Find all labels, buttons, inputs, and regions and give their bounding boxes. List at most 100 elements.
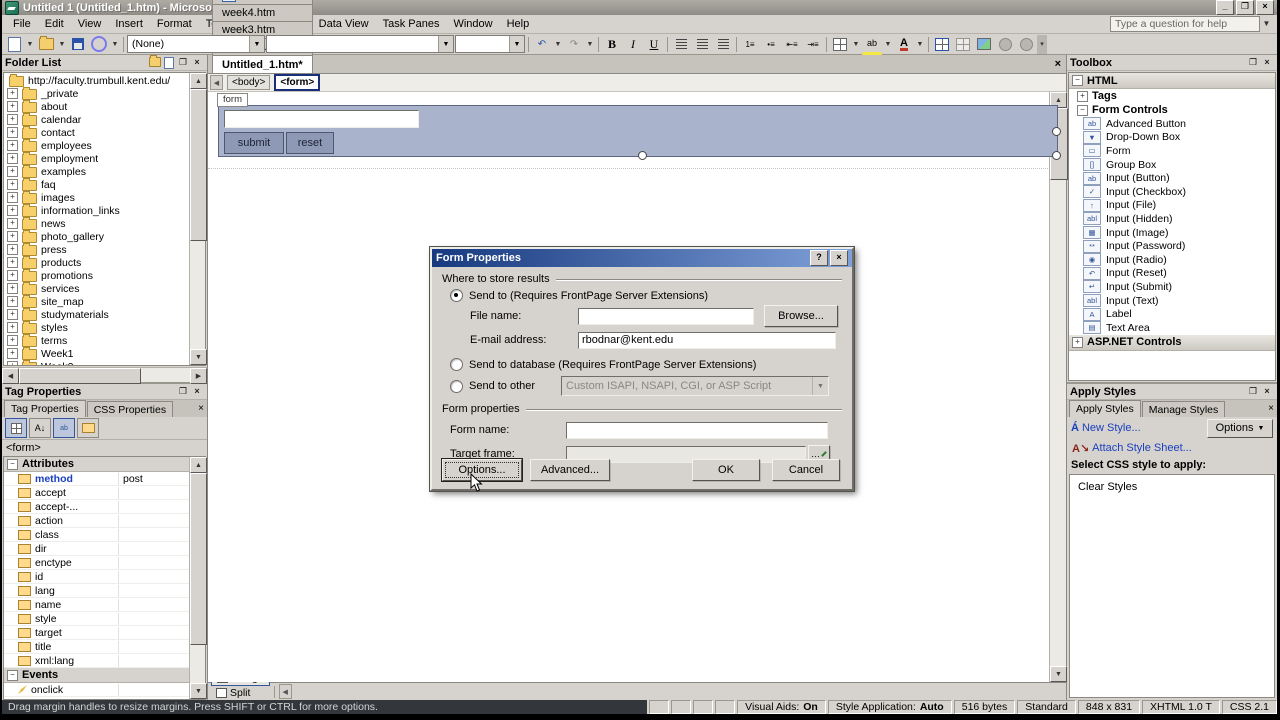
font-family-combobox[interactable]: ▼	[266, 35, 454, 53]
toolbox-item[interactable]: ab Input (Button)	[1069, 171, 1275, 185]
redo-button[interactable]: ↷	[564, 35, 584, 54]
align-left-button[interactable]	[671, 35, 691, 54]
expand-icon[interactable]: +	[1072, 336, 1083, 348]
attribute-row[interactable]: style	[4, 612, 189, 626]
attribute-row[interactable]: enctype	[4, 556, 189, 570]
quicktag-scroll-left-icon[interactable]: ◀	[210, 75, 223, 90]
scrollbar-thumb[interactable]	[19, 368, 141, 384]
toolbox-item[interactable]: ↶ Input (Reset)	[1069, 266, 1275, 281]
folder-tree-item[interactable]: + employment	[4, 151, 189, 165]
folder-tree-item[interactable]: + employees	[4, 138, 189, 152]
redo-dropdown[interactable]: ▼	[585, 35, 595, 54]
scroll-right-icon[interactable]: ▶	[190, 368, 207, 384]
view-scroll-left-icon[interactable]: ◀	[278, 684, 292, 699]
close-tab-icon[interactable]: ×	[198, 403, 204, 414]
folder-list-hscrollbar[interactable]: ◀ ▶	[2, 367, 207, 384]
form-reset-button[interactable]: reset	[286, 132, 334, 154]
attribute-row[interactable]: accept-...	[4, 500, 189, 514]
scroll-up-icon[interactable]: ▲	[190, 73, 207, 89]
menu-item[interactable]: Help	[500, 16, 537, 32]
menu-item[interactable]: Task Panes	[376, 16, 447, 32]
menu-item[interactable]: View	[71, 16, 109, 32]
underline-button[interactable]: U	[644, 35, 664, 54]
folder-tree-item[interactable]: + styles	[4, 320, 189, 334]
attribute-row[interactable]: name	[4, 598, 189, 612]
style-combobox[interactable]: (None) ▼	[127, 35, 265, 53]
attributes-section-header[interactable]: − Attributes	[4, 457, 189, 472]
send-to-database-radio[interactable]	[450, 358, 463, 371]
undo-button[interactable]: ↶	[532, 35, 552, 54]
bold-button[interactable]: B	[602, 35, 622, 54]
chevron-down-icon[interactable]: ▼	[1260, 16, 1273, 32]
folder-tree-item[interactable]: + images	[4, 190, 189, 204]
undo-dropdown[interactable]: ▼	[553, 35, 563, 54]
expand-icon[interactable]: +	[7, 192, 18, 203]
scroll-left-icon[interactable]: ◀	[2, 368, 19, 384]
close-document-icon[interactable]: ×	[1055, 58, 1061, 70]
toolbox-item[interactable]: ab Advanced Button	[1069, 117, 1275, 131]
folder-tree-item[interactable]: + calendar	[4, 112, 189, 126]
new-document-button[interactable]	[4, 35, 24, 54]
expand-icon[interactable]: +	[7, 348, 18, 359]
attribute-row[interactable]: accept	[4, 486, 189, 500]
expand-icon[interactable]: +	[7, 270, 18, 281]
styles-options-button[interactable]: Options ▼	[1207, 418, 1273, 438]
float-panel-button[interactable]: ❐	[176, 386, 190, 398]
browse-button[interactable]: Browse...	[764, 305, 838, 327]
summary-button[interactable]	[77, 418, 99, 438]
toolbox-item[interactable]: ◉ Input (Radio)	[1069, 253, 1275, 267]
quicktag-form[interactable]: <form>	[274, 74, 321, 91]
collapse-icon[interactable]: −	[7, 669, 18, 681]
events-section-header[interactable]: − Events	[4, 668, 189, 683]
expand-icon[interactable]: +	[7, 114, 18, 125]
scrollbar-thumb[interactable]	[190, 473, 207, 645]
folder-tree-item[interactable]: + services	[4, 281, 189, 295]
scroll-down-icon[interactable]: ▼	[190, 349, 207, 365]
folder-tree-item[interactable]: + photo_gallery	[4, 229, 189, 243]
expand-icon[interactable]: +	[7, 153, 18, 164]
view-tab[interactable]: Split	[211, 686, 270, 700]
style-application-indicator[interactable]: Style Application: Auto	[827, 700, 952, 714]
event-row[interactable]: onclick	[4, 683, 189, 697]
expand-icon[interactable]: +	[7, 166, 18, 177]
folder-tree-item[interactable]: + site_map	[4, 294, 189, 308]
document-tab[interactable]: Untitled_1.htm*	[212, 55, 313, 73]
help-question-box[interactable]: Type a question for help ▼	[1110, 16, 1273, 32]
resize-handle-right[interactable]	[1052, 127, 1061, 136]
attribute-row[interactable]: xml:lang	[4, 654, 189, 668]
folder-tree-item[interactable]: + Week1	[4, 346, 189, 360]
folder-tree-item[interactable]: + products	[4, 255, 189, 269]
attribute-row[interactable]: action	[4, 514, 189, 528]
close-panel-button[interactable]: ×	[1260, 386, 1274, 398]
css-style-item[interactable]: Clear Styles	[1078, 481, 1274, 493]
attribute-row[interactable]: dir	[4, 542, 189, 556]
toolbox-item[interactable]: ▭ Form	[1069, 144, 1275, 158]
folder-tree-item[interactable]: + _private	[4, 86, 189, 100]
toolbox-item[interactable]: ↵ Input (Submit)	[1069, 280, 1275, 294]
attribute-row[interactable]: method post	[4, 472, 189, 486]
toolbox-item[interactable]: A Label	[1069, 307, 1275, 321]
expand-icon[interactable]: +	[7, 205, 18, 216]
expand-icon[interactable]: +	[7, 244, 18, 255]
toolbox-item[interactable]: abl Input (Hidden)	[1069, 212, 1275, 226]
quicktag-body[interactable]: <body>	[227, 75, 271, 90]
preview-button[interactable]	[89, 35, 109, 54]
toolbox-item[interactable]: ** Input (Password)	[1069, 239, 1275, 253]
expand-icon[interactable]: +	[7, 231, 18, 242]
toolbox-section-aspnet[interactable]: + ASP.NET Controls	[1069, 334, 1275, 351]
save-button[interactable]	[68, 35, 88, 54]
toolbox-item[interactable]: ▤ Text Area	[1069, 321, 1275, 335]
tag-properties-vscrollbar[interactable]: ▲ ▼	[189, 457, 207, 699]
menu-item[interactable]: Format	[150, 16, 199, 32]
ok-button[interactable]: OK	[692, 459, 760, 481]
folder-tree-item[interactable]: + promotions	[4, 268, 189, 282]
borders-dropdown[interactable]: ▼	[851, 35, 861, 54]
expand-icon[interactable]: +	[7, 283, 18, 294]
attach-style-sheet-link[interactable]: A↘ Attach Style Sheet...	[1072, 442, 1192, 455]
editor-vscrollbar[interactable]: ▲ ▼	[1049, 92, 1068, 682]
toolbox-section-html[interactable]: − HTML	[1069, 73, 1275, 89]
attribute-row[interactable]: target	[4, 626, 189, 640]
preview-dropdown[interactable]: ▼	[110, 35, 120, 54]
folder-list-vscrollbar[interactable]: ▲ ▼	[189, 73, 207, 365]
expand-icon[interactable]: +	[1077, 90, 1088, 102]
